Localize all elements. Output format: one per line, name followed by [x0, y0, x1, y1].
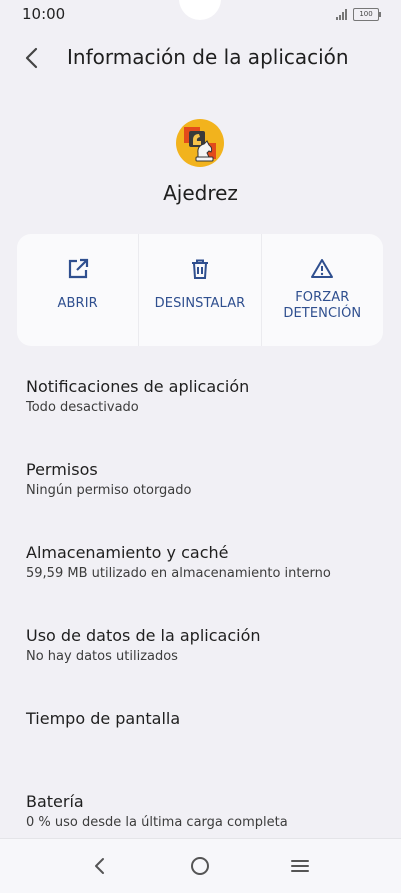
status-bar: 10:00 100 — [0, 0, 401, 30]
setting-battery[interactable]: Batería 0 % uso desde la última carga co… — [26, 792, 386, 832]
setting-title: Notificaciones de aplicación — [26, 377, 250, 396]
setting-screen-time[interactable]: Tiempo de pantalla — [26, 709, 386, 729]
status-icons: 100 — [336, 8, 381, 21]
force-stop-label-line2: DETENCIÓN — [283, 306, 362, 321]
chess-app-icon — [176, 119, 224, 167]
uninstall-label: DESINSTALAR — [154, 296, 246, 311]
back-icon[interactable] — [88, 854, 112, 878]
back-arrow-icon[interactable] — [20, 46, 44, 70]
setting-title: Batería — [26, 792, 84, 811]
force-stop-button[interactable]: FORZAR DETENCIÓN — [260, 234, 383, 346]
setting-subtitle: 59,59 MB utilizado en almacenamiento int… — [26, 566, 331, 581]
setting-title: Uso de datos de la aplicación — [26, 626, 261, 645]
battery-icon: 100 — [353, 8, 381, 21]
setting-title: Permisos — [26, 460, 98, 479]
uninstall-button[interactable]: DESINSTALAR — [138, 234, 260, 346]
navigation-bar — [0, 838, 401, 893]
setting-storage[interactable]: Almacenamiento y caché 59,59 MB utilizad… — [26, 543, 386, 583]
setting-subtitle: Todo desactivado — [26, 400, 139, 415]
force-stop-label: FORZAR DETENCIÓN — [262, 290, 383, 322]
app-name: Ajedrez — [163, 181, 238, 205]
force-stop-label-line1: FORZAR — [295, 290, 350, 305]
setting-subtitle: Ningún permiso otorgado — [26, 483, 192, 498]
setting-title: Tiempo de pantalla — [26, 709, 181, 728]
signal-icon — [336, 9, 347, 20]
camera-notch — [179, 0, 221, 20]
setting-subtitle: No hay datos utilizados — [26, 649, 178, 664]
trash-icon — [191, 259, 208, 279]
home-icon[interactable] — [188, 854, 212, 878]
open-external-icon — [68, 258, 88, 279]
setting-subtitle: 0 % uso desde la última carga completa — [26, 815, 288, 830]
warning-triangle-icon — [311, 259, 334, 278]
status-time: 10:00 — [22, 5, 66, 23]
app-bar: Información de la aplicación — [0, 40, 401, 78]
setting-data-usage[interactable]: Uso de datos de la aplicación No hay dat… — [26, 626, 386, 666]
open-label: ABRIR — [57, 296, 98, 311]
menu-icon[interactable] — [288, 854, 312, 878]
setting-notifications[interactable]: Notificaciones de aplicación Todo desact… — [26, 377, 386, 417]
page-title: Información de la aplicación — [67, 45, 349, 69]
setting-title: Almacenamiento y caché — [26, 543, 229, 562]
actions-card: ABRIR DESINSTALAR FORZAR DETENCIÓN — [17, 234, 383, 346]
open-button[interactable]: ABRIR — [17, 234, 138, 346]
setting-permissions[interactable]: Permisos Ningún permiso otorgado — [26, 460, 386, 500]
